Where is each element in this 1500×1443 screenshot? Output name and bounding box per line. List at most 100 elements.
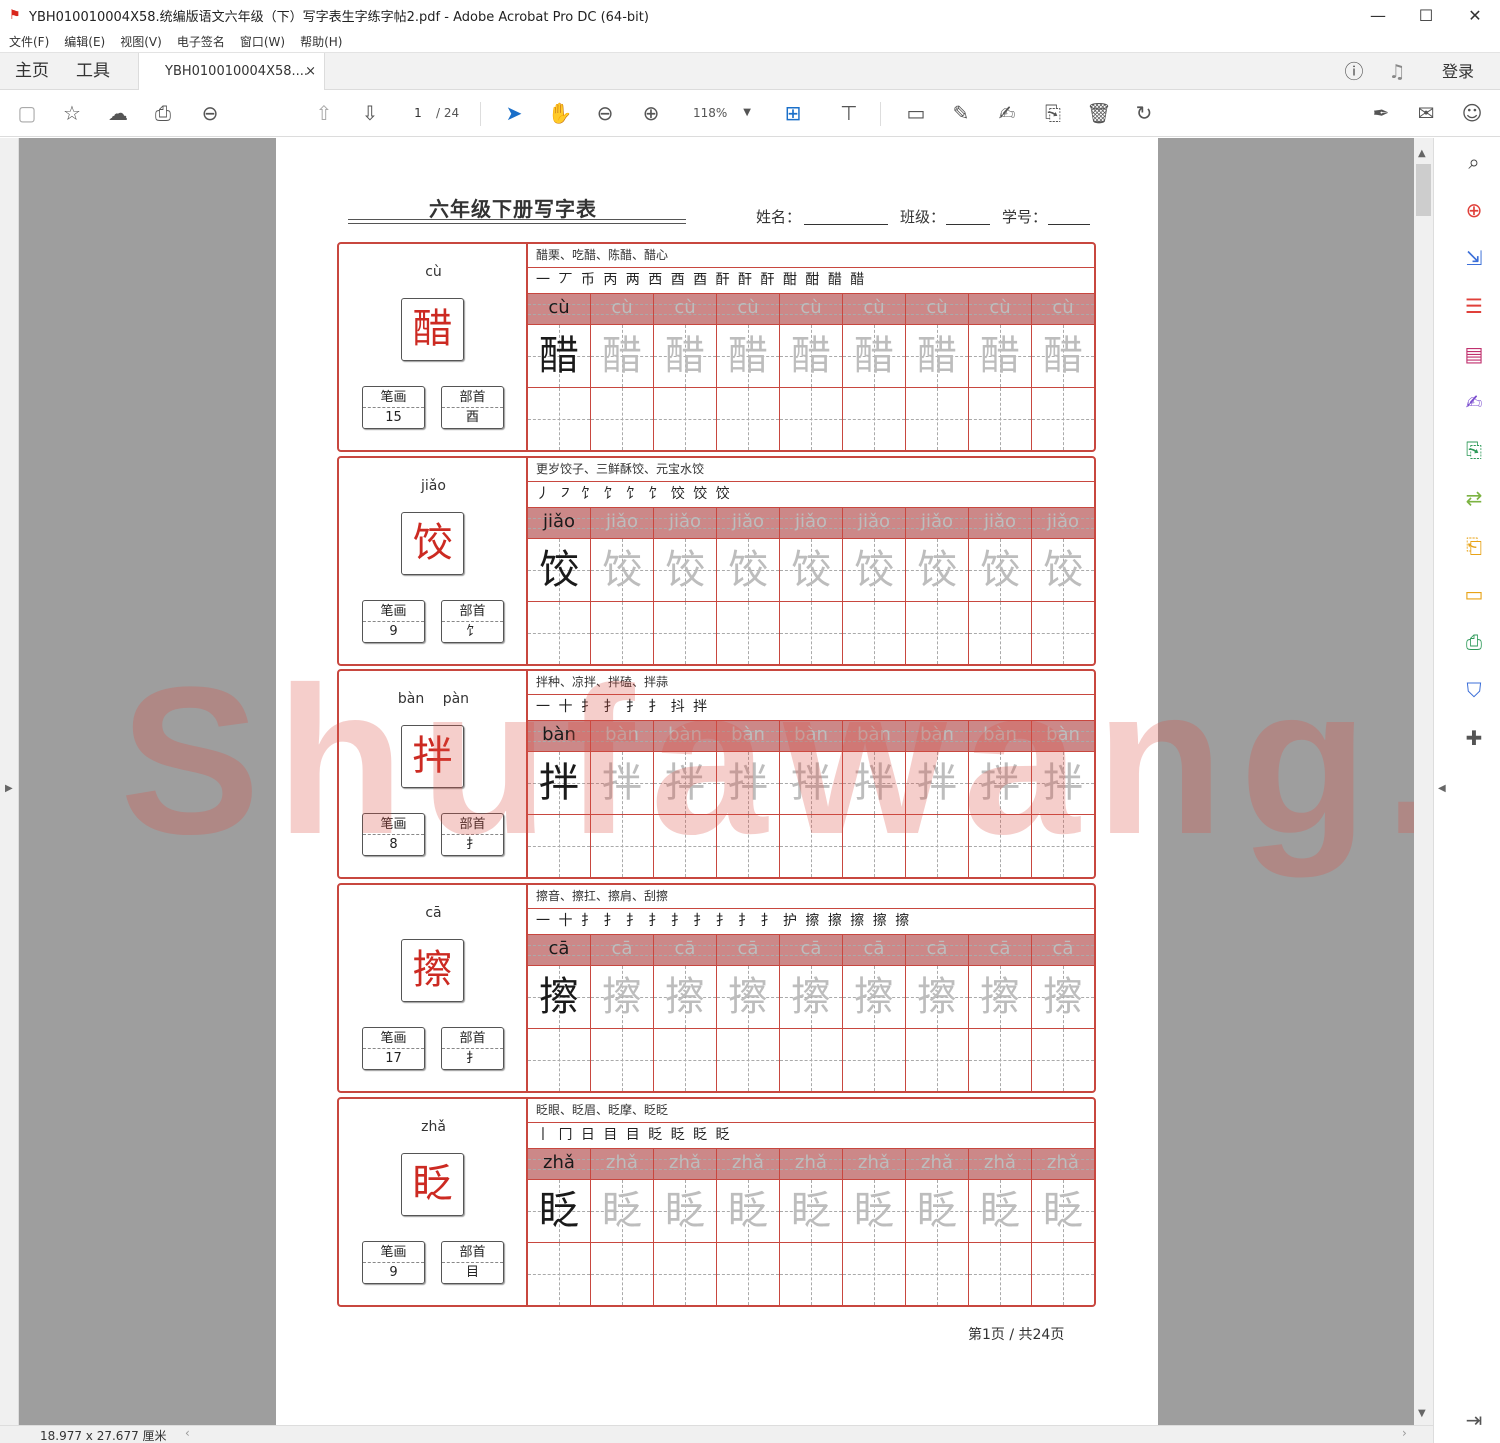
model-character: 醋	[401, 298, 464, 361]
collapse-tools-icon[interactable]: ⇥	[1460, 1406, 1488, 1434]
number-line	[1048, 224, 1090, 225]
delete-icon[interactable]: 🗑	[1084, 99, 1114, 127]
search-zoom-icon[interactable]: ⌕	[1460, 148, 1488, 176]
add-user-icon[interactable]: ☺	[1457, 99, 1487, 127]
login-button[interactable]: 登录	[1442, 53, 1474, 90]
menu-edit[interactable]: 编辑(E)	[64, 33, 105, 50]
scroll-mode-icon[interactable]: ⊤	[834, 99, 864, 127]
character-practice-cell: 饺	[969, 539, 1032, 602]
collapse-right-panel-icon[interactable]: ◀	[1438, 783, 1446, 794]
print-production-icon[interactable]: ⎙	[1460, 628, 1488, 656]
zoom-select[interactable]: 118% ▼	[683, 101, 757, 125]
page-up-icon[interactable]: ⇧	[309, 99, 339, 127]
zoom-out-search-icon[interactable]: ⊖	[195, 99, 225, 127]
send-for-review-icon[interactable]: ⎘	[1460, 436, 1488, 464]
pinyin-trace: bàn	[857, 724, 891, 745]
highlight-pen-icon[interactable]: ✎	[946, 99, 976, 127]
toolbar-separator	[880, 102, 881, 126]
character-practice-cell: 饺	[1032, 539, 1095, 602]
organize-pages-icon[interactable]: ☰	[1460, 292, 1488, 320]
stroke-count-box: 笔画 8	[362, 813, 425, 856]
export-pdf-icon[interactable]: ⇲	[1460, 244, 1488, 272]
help-icon[interactable]: ⓘ	[1342, 60, 1366, 84]
tab-tools[interactable]: 工具	[76, 53, 110, 90]
blank-practice-cell	[906, 602, 969, 664]
character-practice-cell: 醋	[591, 325, 654, 388]
zoom-plus-icon[interactable]: ⊕	[636, 99, 666, 127]
select-arrow-icon[interactable]: ➤	[499, 99, 529, 127]
pinyin-practice-cell: jiǎo	[780, 508, 843, 539]
character-trace: 眨	[791, 1188, 831, 1234]
save-icon[interactable]: ▢	[12, 99, 42, 127]
pinyin-trace: jiǎo	[857, 511, 891, 532]
page-down-icon[interactable]: ⇩	[355, 99, 385, 127]
edit-pdf-icon[interactable]: ▤	[1460, 340, 1488, 368]
tab-document[interactable]: YBH010010004X58.... ×	[138, 53, 325, 91]
menu-help[interactable]: 帮助(H)	[300, 33, 342, 50]
example-words: 眨眼、眨眉、眨摩、眨眨	[528, 1099, 1094, 1123]
maximize-button[interactable]: ☐	[1403, 0, 1449, 31]
stamp-icon[interactable]: ⎘	[1038, 99, 1068, 127]
pinyin-practice-cell: jiǎo	[528, 508, 591, 539]
compare-icon[interactable]: ⇄	[1460, 484, 1488, 512]
tab-home[interactable]: 主页	[15, 53, 49, 90]
zoom-minus-icon[interactable]: ⊖	[590, 99, 620, 127]
email-icon[interactable]: ✉	[1411, 99, 1441, 127]
hscroll-left-icon[interactable]: ‹	[185, 1426, 190, 1440]
sign-icon[interactable]: ✒	[1366, 99, 1396, 127]
radical-box: 部首目	[441, 1241, 504, 1284]
character-trace: 醋	[791, 333, 831, 379]
close-button[interactable]: ✕	[1452, 0, 1498, 31]
menu-window[interactable]: 窗口(W)	[240, 33, 285, 50]
character-practice-cell: 醋	[1032, 325, 1095, 388]
create-pdf-icon[interactable]: ⊕	[1460, 196, 1488, 224]
rotate-icon[interactable]: ↻	[1129, 99, 1159, 127]
hand-icon[interactable]: ✋	[545, 99, 575, 127]
bookmark-star-icon[interactable]: ☆	[57, 99, 87, 127]
character-practice-cell: 眨	[906, 1180, 969, 1243]
character-practice-cell: 擦	[969, 966, 1032, 1029]
notification-bell-icon[interactable]: ♫	[1385, 60, 1409, 84]
menu-esign[interactable]: 电子签名	[177, 33, 225, 50]
scroll-thumb[interactable]	[1416, 164, 1431, 216]
expand-left-panel-icon[interactable]: ▶	[5, 783, 13, 794]
stroke-count-label: 笔画	[363, 1242, 424, 1263]
hscroll-right-icon[interactable]: ›	[1402, 1426, 1407, 1440]
character-card: cù 醋笔画 15 部首酉	[339, 244, 528, 450]
print-icon[interactable]: ⎙	[148, 99, 178, 127]
fill-sign-icon[interactable]: ✍	[1460, 388, 1488, 416]
pinyin-practice-cell: cù	[969, 294, 1032, 325]
comment-tool-icon[interactable]: ▭	[1460, 580, 1488, 608]
pinyin-trace: bàn	[668, 724, 702, 745]
menu-view[interactable]: 视图(V)	[120, 33, 162, 50]
page-title: 六年级下册写字表	[429, 197, 597, 221]
protect-shield-icon[interactable]: ⛉	[1460, 676, 1488, 704]
blank-practice-cell	[780, 388, 843, 450]
character-trace: 饺	[602, 547, 642, 593]
pinyin-trace: jiǎo	[794, 511, 828, 532]
pinyin-trace: cā	[863, 938, 885, 959]
stroke-order: 一 十 扌 扌 扌 扌 扌 扌 扌 扌 扌 护 擦 擦 擦 擦 擦	[528, 909, 1094, 935]
minimize-button[interactable]: —	[1355, 0, 1401, 31]
upload-cloud-icon[interactable]: ☁	[103, 99, 133, 127]
page-number-input[interactable]: 1	[403, 101, 433, 125]
vertical-scrollbar[interactable]: ▲ ▼	[1414, 138, 1433, 1425]
more-tools-icon[interactable]: ✚	[1460, 724, 1488, 752]
tab-close-icon[interactable]: ×	[305, 53, 316, 90]
character-entry: jiǎo 饺笔画 9 部首饣 更岁饺子、三鲜酥饺、元宝水饺丿 ㇇ 饣 饣 饣 饣 饺 饺…	[337, 456, 1096, 666]
character-card: zhǎ 眨笔画 9 部首目	[339, 1099, 528, 1305]
menu-file[interactable]: 文件(F)	[9, 33, 49, 50]
name-label: 姓名：	[756, 208, 802, 226]
share-icon[interactable]: ⎗	[1460, 532, 1488, 560]
pinyin-trace: jiǎo	[605, 511, 639, 532]
scroll-down-icon[interactable]: ▼	[1418, 1408, 1426, 1419]
blank-practice-cell	[969, 1029, 1032, 1091]
draw-pen-icon[interactable]: ✍	[992, 99, 1022, 127]
character-practice-cell: 擦	[780, 966, 843, 1029]
scroll-up-icon[interactable]: ▲	[1418, 148, 1426, 159]
pinyin-trace: bàn	[1046, 724, 1080, 745]
page-footer: 第1页 / 共24页	[968, 1327, 1065, 1343]
character-trace: 擦	[791, 974, 831, 1020]
page-fit-icon[interactable]: ⊞	[778, 99, 808, 127]
comment-icon[interactable]: ▭	[901, 99, 931, 127]
